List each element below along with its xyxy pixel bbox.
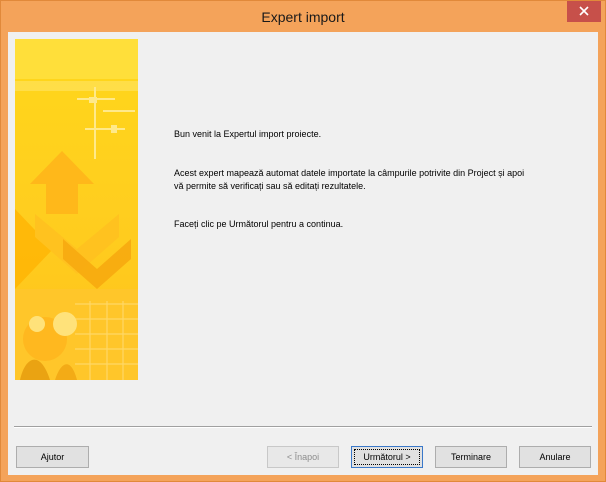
help-button[interactable]: Ajutor: [16, 446, 89, 468]
import-wizard-window: Expert import Bun venit la Expertul impo…: [0, 0, 606, 482]
close-icon: [579, 6, 589, 16]
welcome-text: Bun venit la Expertul import proiecte.: [174, 129, 322, 139]
instruction-text: Faceți clic pe Următorul pentru a contin…: [174, 219, 344, 229]
cancel-button[interactable]: Anulare: [519, 446, 591, 468]
back-button-label: < Înapoi: [286, 452, 320, 462]
finish-button-label: Terminare: [450, 452, 491, 462]
title-bar[interactable]: Expert import: [1, 1, 605, 33]
back-button[interactable]: < Înapoi: [267, 446, 339, 468]
next-button[interactable]: Următorul >: [351, 446, 423, 468]
window-title: Expert import: [261, 9, 345, 25]
separator: [14, 426, 592, 428]
finish-button[interactable]: Terminare: [435, 446, 507, 468]
wizard-banner-image: [15, 39, 138, 380]
focus-rectangle: [354, 449, 420, 465]
close-button[interactable]: [567, 1, 601, 22]
help-button-label: Ajutor: [40, 452, 65, 462]
description-line-2: vă permite să verificați sau să editați …: [174, 181, 366, 191]
wizard-body: Bun venit la Expertul import proiecte. A…: [8, 32, 598, 475]
description-line-1: Acest expert mapează automat datele impo…: [174, 168, 525, 178]
cancel-button-label: Anulare: [539, 452, 571, 462]
